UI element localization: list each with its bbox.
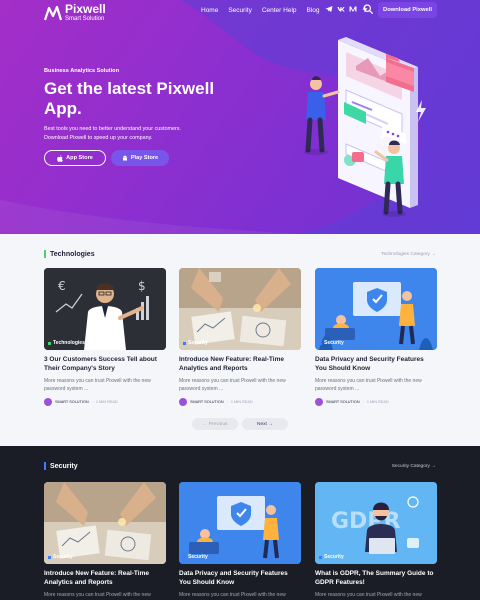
android-icon	[122, 155, 127, 160]
author-avatar[interactable]	[179, 398, 187, 406]
article-title[interactable]: Introduce New Feature: Real-Time Analyti…	[44, 570, 166, 587]
hero-section: Pixwell Smart Solution Home Security Cen…	[0, 0, 480, 234]
technologies-title: Technologies	[50, 250, 95, 258]
article-card[interactable]: € $ Technologies 3 Our Customers Success…	[44, 268, 166, 406]
svg-text:€: €	[58, 279, 66, 293]
article-title[interactable]: Introduce New Feature: Real-Time Analyti…	[179, 356, 301, 373]
article-meta: SMART SOLUTION · 1 MIN READ	[44, 398, 166, 406]
logo-name: Pixwell	[65, 2, 106, 16]
svg-text:$: $	[138, 279, 146, 293]
site-logo[interactable]: Pixwell Smart Solution	[44, 3, 106, 22]
security-title: Security	[50, 462, 78, 470]
hero-kicker: Business Analytics Solution	[44, 68, 120, 74]
article-thumbnail[interactable]: Security	[44, 482, 166, 564]
card-category-tag[interactable]: Technologies	[48, 340, 85, 346]
vk-icon[interactable]	[337, 5, 345, 13]
top-navigation: Pixwell Smart Solution Home Security Cen…	[0, 0, 480, 26]
apple-icon	[57, 154, 63, 162]
read-time: 1 MIN READ	[366, 400, 389, 404]
menu-item-blog[interactable]: Blog	[307, 7, 320, 14]
article-excerpt: More reasons you can trust Pixwell with …	[44, 378, 151, 392]
card-category-tag[interactable]: Security	[48, 554, 73, 560]
play-store-button[interactable]: Play Store	[111, 150, 169, 166]
article-excerpt: More reasons you can trust Pixwell with …	[315, 592, 422, 598]
article-excerpt: More reasons you can trust Pixwell with …	[179, 378, 286, 392]
card-category-tag[interactable]: Security	[183, 340, 208, 346]
app-store-label: App Store	[66, 155, 93, 161]
article-meta: SMART SOLUTION · 1 MIN READ	[315, 398, 437, 406]
article-excerpt: More reasons you can trust Pixwell with …	[44, 592, 151, 598]
search-icon[interactable]	[363, 4, 373, 14]
technologies-category-link[interactable]: Technologies Category →	[381, 252, 436, 257]
play-store-label: Play Store	[130, 155, 159, 161]
article-excerpt: More reasons you can trust Pixwell with …	[179, 592, 286, 598]
article-title[interactable]: What is GDPR, The Summary Guide to GDPR …	[315, 570, 437, 587]
menu-item-security[interactable]: Security	[228, 7, 251, 14]
pixwell-logo-icon	[44, 5, 62, 20]
menu-item-home[interactable]: Home	[201, 7, 218, 14]
menu-item-center-help[interactable]: Center Help	[262, 7, 297, 14]
analytics-hands-image	[179, 268, 301, 350]
analytics-hands-image	[44, 482, 166, 564]
telegram-icon[interactable]	[325, 5, 333, 13]
hero-headline: Get the latest Pixwell App.	[44, 79, 215, 118]
security-shield-image	[315, 268, 437, 350]
security-category-link[interactable]: Security Category →	[392, 464, 436, 469]
previous-page-button[interactable]: ← Previous	[192, 418, 238, 430]
card-category-tag[interactable]: Security	[319, 554, 344, 560]
chalkboard-man-image: € $	[44, 268, 166, 350]
download-pixwell-button[interactable]: Download Pixwell	[378, 2, 437, 18]
app-store-button[interactable]: App Store	[44, 150, 106, 166]
article-card[interactable]: GDPR Security What is GDPR, The Summary …	[315, 482, 437, 600]
section-title: Technologies	[44, 250, 95, 258]
author-avatar[interactable]	[315, 398, 323, 406]
hero-description: Best tools you need to better understand…	[44, 126, 181, 141]
author-name[interactable]: SMART SOLUTION	[55, 400, 89, 404]
article-excerpt: More reasons you can trust Pixwell with …	[315, 378, 422, 392]
gdpr-illustration-image: GDPR	[315, 482, 437, 564]
section-title: Security	[44, 462, 78, 470]
article-title[interactable]: Data Privacy and Security Features You S…	[315, 356, 437, 373]
article-title[interactable]: Data Privacy and Security Features You S…	[179, 570, 301, 587]
security-section: Security Security Category → Security In	[0, 446, 480, 600]
article-card[interactable]: Security Data Privacy and Security Featu…	[179, 482, 301, 600]
security-shield-image	[179, 482, 301, 564]
article-card[interactable]: Security Introduce New Feature: Real-Tim…	[179, 268, 301, 406]
article-card[interactable]: Security Introduce New Feature: Real-Tim…	[44, 482, 166, 600]
main-menu: Home Security Center Help Blog	[201, 7, 330, 14]
article-thumbnail[interactable]: Security	[179, 482, 301, 564]
hero-illustration	[304, 37, 426, 217]
logo-tagline: Smart Solution	[65, 16, 105, 22]
article-thumbnail[interactable]: € $ Technologies	[44, 268, 166, 350]
article-title[interactable]: 3 Our Customers Success Tell about Their…	[44, 356, 166, 373]
section-accent-bar	[44, 462, 46, 470]
next-page-button[interactable]: Next →	[242, 418, 288, 430]
author-avatar[interactable]	[44, 398, 52, 406]
article-card[interactable]: Security Data Privacy and Security Featu…	[315, 268, 437, 406]
technologies-section: Technologies Technologies Category → € $	[0, 234, 480, 446]
article-thumbnail[interactable]: Security	[315, 268, 437, 350]
medium-icon[interactable]	[349, 5, 357, 13]
card-category-tag[interactable]: Security	[319, 340, 344, 346]
read-time: 1 MIN READ	[95, 400, 118, 404]
author-name[interactable]: SMART SOLUTION	[190, 400, 224, 404]
section-accent-bar	[44, 250, 46, 258]
article-thumbnail[interactable]: GDPR Security	[315, 482, 437, 564]
card-category-tag[interactable]: Security	[183, 554, 208, 560]
author-name[interactable]: SMART SOLUTION	[326, 400, 360, 404]
article-thumbnail[interactable]: Security	[179, 268, 301, 350]
article-meta: SMART SOLUTION · 1 MIN READ	[179, 398, 301, 406]
read-time: 1 MIN READ	[230, 400, 253, 404]
